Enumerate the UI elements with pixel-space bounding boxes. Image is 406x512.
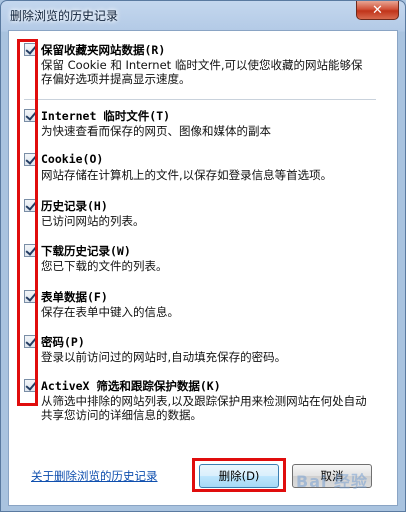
- option-title: 密码(P): [41, 335, 85, 349]
- option-title: 历史记录(H): [41, 199, 108, 213]
- option-download-history[interactable]: 下载历史记录(W) 您已下载的文件的列表。: [14, 243, 377, 281]
- about-deleting-history-link[interactable]: 关于删除浏览的历史记录: [31, 468, 158, 484]
- option-description: 您已下载的文件的列表。: [41, 259, 168, 273]
- title-bar[interactable]: 删除浏览的历史记录 ✕: [1, 1, 405, 29]
- option-form-data[interactable]: 表单数据(F) 保存在表单中键入的信息。: [14, 289, 377, 327]
- options-panel: 保留收藏夹网站数据(R) 保留 Cookie 和 Internet 临时文件,可…: [14, 38, 377, 462]
- highlight-checkboxes: [17, 39, 38, 406]
- highlight-delete-button: [192, 458, 286, 492]
- option-description: 从筛选中排除的网站列表,以及跟踪保护用来检测网站在何处自动共享您访问的详细信息的…: [41, 394, 367, 422]
- option-description: 网站存储在计算机上的文件,以保存如登录信息等首选项。: [41, 168, 333, 182]
- divider: [24, 99, 376, 100]
- option-description: 登录以前访问过的网站时,自动填充保存的密码。: [41, 350, 287, 364]
- close-icon: ✕: [372, 2, 383, 18]
- option-cookies[interactable]: Cookie(O) 网站存储在计算机上的文件,以保存如登录信息等首选项。: [14, 152, 377, 190]
- option-description: 保存在表单中键入的信息。: [41, 305, 179, 319]
- option-title: 保留收藏夹网站数据(R): [41, 43, 166, 57]
- option-history[interactable]: 历史记录(H) 已访问网站的列表。: [14, 198, 377, 236]
- option-title: ActiveX 筛选和跟踪保护数据(K): [41, 379, 221, 393]
- option-preserve-favorites[interactable]: 保留收藏夹网站数据(R) 保留 Cookie 和 Internet 临时文件,可…: [14, 42, 377, 100]
- option-temp-files[interactable]: Internet 临时文件(T) 为快速查看而保存的网页、图像和媒体的副本: [14, 108, 377, 146]
- option-passwords[interactable]: 密码(P) 登录以前访问过的网站时,自动填充保存的密码。: [14, 334, 377, 372]
- close-button[interactable]: ✕: [356, 1, 399, 20]
- option-description: 保留 Cookie 和 Internet 临时文件,可以使您收藏的网站能够保存偏…: [41, 58, 363, 86]
- option-activex-tracking[interactable]: ActiveX 筛选和跟踪保护数据(K) 从筛选中排除的网站列表,以及跟踪保护用…: [14, 378, 377, 430]
- option-description: 为快速查看而保存的网页、图像和媒体的副本: [41, 124, 271, 138]
- option-title: 表单数据(F): [41, 290, 108, 304]
- option-description: 已访问网站的列表。: [41, 214, 145, 228]
- watermark: Bai 经验: [296, 472, 369, 491]
- option-title: 下载历史记录(W): [41, 244, 131, 258]
- window-title: 删除浏览的历史记录: [10, 9, 119, 23]
- option-title: Internet 临时文件(T): [41, 109, 171, 123]
- option-title: Cookie(O): [41, 152, 104, 166]
